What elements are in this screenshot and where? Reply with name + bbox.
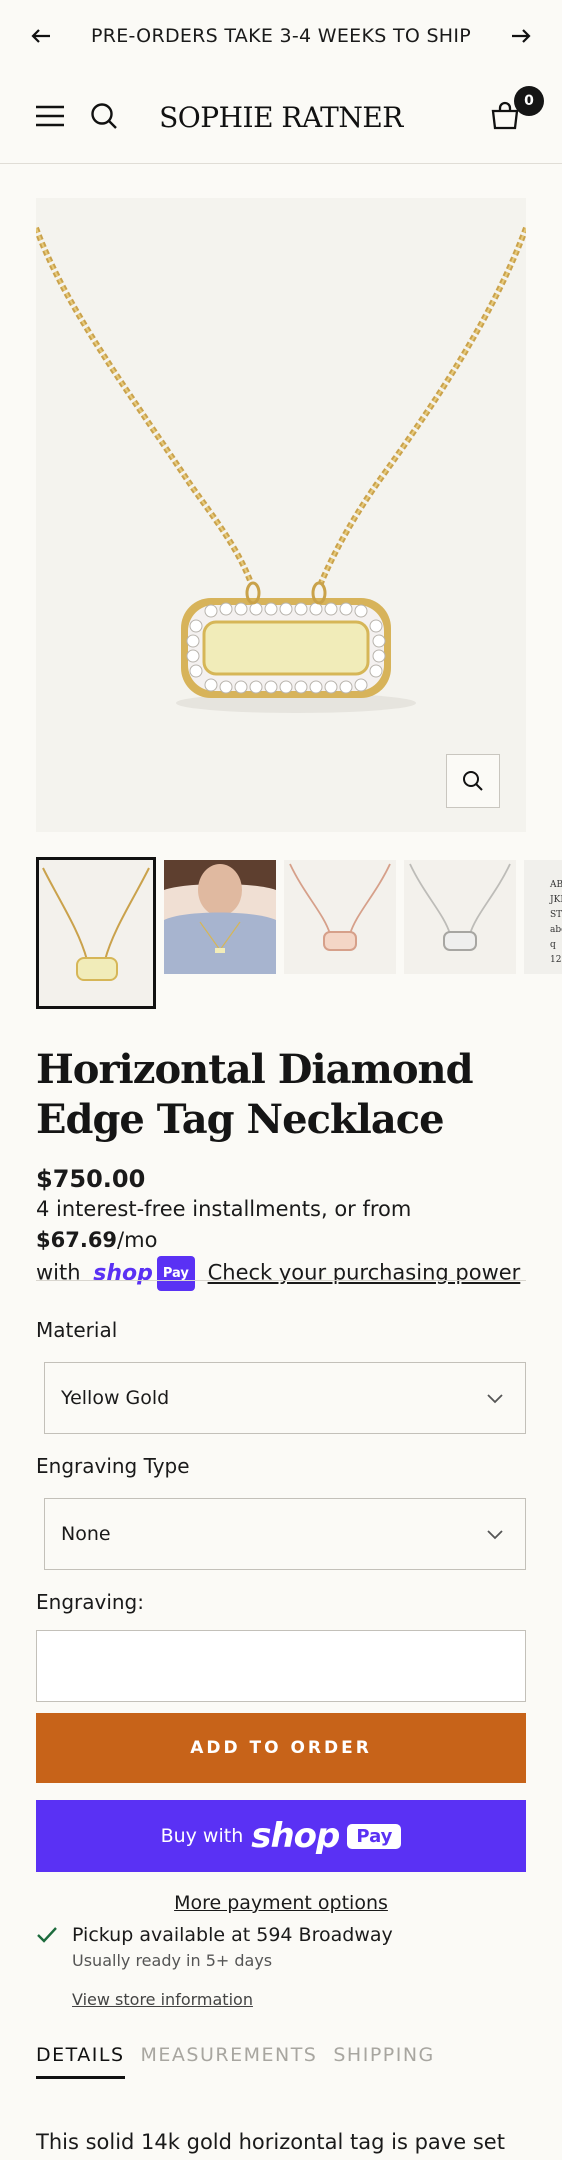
thumbnail-strip: AB JKL ST abcd q 12 — [36, 857, 562, 1009]
checkmark-icon — [36, 1920, 58, 1972]
chevron-down-icon — [487, 1387, 503, 1409]
product-price: $750.00 — [36, 1165, 146, 1193]
buy-with-label: Buy with — [160, 1825, 244, 1847]
installments-info: 4 interest-free installments, or from $6… — [36, 1194, 536, 1291]
engraving-type-select[interactable]: None — [44, 1498, 526, 1570]
thumbnail-5[interactable]: AB JKL ST abcd q 12 — [524, 860, 562, 974]
brand-logo[interactable]: SOPHIE RATNER — [156, 101, 406, 134]
thumbnail-2[interactable] — [164, 860, 276, 974]
divider — [36, 1280, 526, 1281]
tab-measurements[interactable]: MEASUREMENTS — [141, 2044, 318, 2079]
shop-logo-text: shop — [251, 1816, 340, 1856]
material-label: Material — [36, 1318, 118, 1342]
engraving-type-value: None — [61, 1523, 111, 1545]
more-payment-options-link[interactable]: More payment options — [0, 1892, 562, 1914]
product-title: Horizontal Diamond Edge Tag Necklace — [36, 1046, 474, 1143]
installments-text: 4 interest-free installments, or from — [36, 1197, 412, 1221]
arrow-right-icon[interactable] — [508, 23, 534, 49]
thumbnail-3[interactable] — [284, 860, 396, 974]
zoom-icon — [463, 771, 483, 791]
announcement-bar: PRE-ORDERS TAKE 3-4 WEEKS TO SHIP — [0, 0, 562, 72]
material-value: Yellow Gold — [61, 1387, 170, 1409]
engraving-label: Engraving: — [36, 1590, 144, 1614]
pickup-title: Pickup available at 594 Broadway — [72, 1924, 393, 1946]
thumbnail-4[interactable] — [404, 860, 516, 974]
zoom-button[interactable] — [446, 754, 500, 808]
pickup-subtitle: Usually ready in 5+ days — [72, 1951, 273, 1970]
tab-details[interactable]: DETAILS — [36, 2044, 125, 2079]
menu-icon[interactable] — [36, 105, 64, 131]
pickup-info: Pickup available at 594 Broadway Usually… — [36, 1920, 393, 1972]
view-store-info-link[interactable]: View store information — [72, 1990, 253, 2009]
shop-pay-logo: shop Pay — [93, 1256, 195, 1291]
site-header: SOPHIE RATNER 0 — [0, 72, 562, 164]
product-main-image[interactable] — [36, 198, 526, 832]
engraving-input[interactable] — [36, 1630, 526, 1702]
cart-button[interactable]: 0 — [490, 85, 544, 136]
cart-count-badge: 0 — [514, 85, 544, 116]
chevron-down-icon — [487, 1523, 503, 1545]
material-select[interactable]: Yellow Gold — [44, 1362, 526, 1434]
installments-amount: $67.69 — [36, 1228, 118, 1252]
search-icon[interactable] — [90, 102, 118, 134]
thumbnail-1[interactable] — [36, 857, 156, 1009]
arrow-left-icon[interactable] — [28, 23, 54, 49]
tab-shipping[interactable]: SHIPPING — [333, 2044, 434, 2079]
buy-with-shop-pay-button[interactable]: Buy with shop Pay — [36, 1800, 526, 1872]
details-text: This solid 14k gold horizontal tag is pa… — [36, 2130, 505, 2154]
engraving-type-label: Engraving Type — [36, 1454, 190, 1478]
product-tabs: DETAILS MEASUREMENTS SHIPPING — [36, 2044, 435, 2079]
installments-suffix: /mo — [117, 1228, 158, 1252]
add-to-order-button[interactable]: ADD TO ORDER — [36, 1713, 526, 1783]
announcement-text: PRE-ORDERS TAKE 3-4 WEEKS TO SHIP — [90, 25, 472, 47]
pay-logo-text: Pay — [347, 1823, 402, 1849]
